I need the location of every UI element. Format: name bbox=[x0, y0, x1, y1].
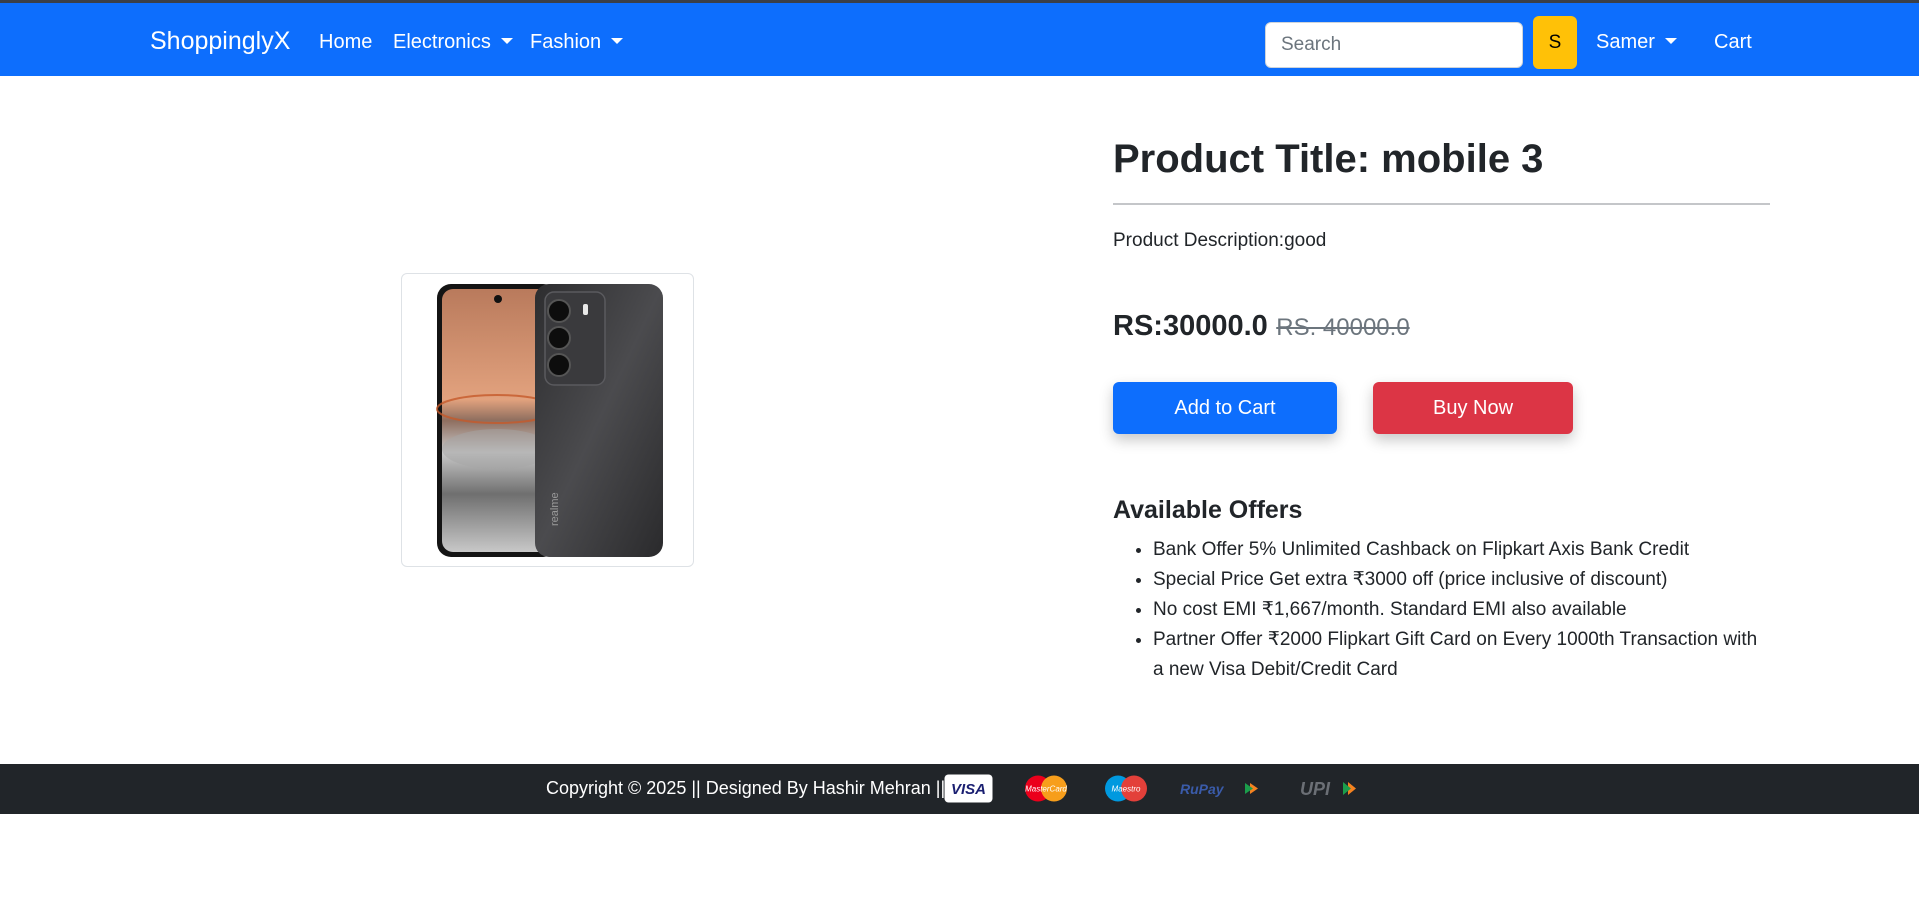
list-item: Partner Offer ₹2000 Flipkart Gift Card o… bbox=[1153, 625, 1773, 685]
svg-text:RuPay: RuPay bbox=[1180, 781, 1225, 797]
visa-logo: VISA bbox=[944, 774, 993, 803]
svg-text:Maestro: Maestro bbox=[1112, 785, 1141, 794]
chevron-down-icon bbox=[611, 38, 624, 44]
svg-text:VISA: VISA bbox=[951, 781, 986, 798]
phone-brand-label: realme bbox=[549, 492, 561, 526]
search-input[interactable] bbox=[1265, 22, 1523, 68]
list-item: Special Price Get extra ₹3000 off (price… bbox=[1153, 565, 1773, 595]
offers-list: Bank Offer 5% Unlimited Cashback on Flip… bbox=[1153, 535, 1773, 685]
divider bbox=[1113, 203, 1770, 205]
product-price: RS:30000.0 bbox=[1113, 310, 1268, 342]
price-row: RS:30000.0 RS. 40000.0 bbox=[1113, 310, 1410, 343]
nav-fashion-label: Fashion bbox=[530, 31, 602, 53]
add-to-cart-button[interactable]: Add to Cart bbox=[1113, 382, 1337, 434]
footer: Copyright © 2025 || Designed By Hashir M… bbox=[0, 764, 1919, 814]
rupay-logo: RuPay bbox=[1180, 781, 1258, 797]
mastercard-logo: MasterCard bbox=[1025, 775, 1067, 802]
maestro-logo: Maestro bbox=[1105, 775, 1147, 802]
list-item: No cost EMI ₹1,667/month. Standard EMI a… bbox=[1153, 595, 1773, 625]
brand-logo[interactable]: ShoppinglyX bbox=[150, 27, 290, 56]
chevron-down-icon bbox=[1664, 38, 1677, 44]
buy-now-button[interactable]: Buy Now bbox=[1373, 382, 1573, 434]
upi-logo: UPI bbox=[1300, 779, 1356, 799]
product-description: Product Description:good bbox=[1113, 230, 1327, 251]
list-item: Bank Offer 5% Unlimited Cashback on Flip… bbox=[1153, 535, 1773, 565]
search-button[interactable]: S bbox=[1533, 16, 1577, 69]
chevron-down-icon bbox=[500, 38, 513, 44]
smartphone-image: realme bbox=[436, 284, 663, 557]
user-menu-dropdown[interactable]: Samer bbox=[1596, 31, 1677, 54]
offers-heading: Available Offers bbox=[1113, 496, 1303, 524]
svg-text:MasterCard: MasterCard bbox=[1025, 785, 1067, 794]
nav-cart[interactable]: Cart bbox=[1714, 31, 1752, 54]
product-old-price: RS. 40000.0 bbox=[1276, 314, 1410, 341]
product-image: realme bbox=[401, 273, 694, 567]
product-title: Product Title: mobile 3 bbox=[1113, 137, 1544, 181]
navbar: ShoppinglyX Home Electronics Fashion S S… bbox=[0, 0, 1919, 76]
nav-home[interactable]: Home bbox=[319, 31, 372, 54]
svg-text:UPI: UPI bbox=[1300, 779, 1331, 799]
user-name: Samer bbox=[1596, 31, 1655, 53]
nav-fashion-dropdown[interactable]: Fashion bbox=[530, 31, 624, 54]
nav-electronics-dropdown[interactable]: Electronics bbox=[393, 31, 513, 54]
nav-electronics-label: Electronics bbox=[393, 31, 491, 53]
footer-copyright: Copyright © 2025 || Designed By Hashir M… bbox=[546, 778, 946, 798]
